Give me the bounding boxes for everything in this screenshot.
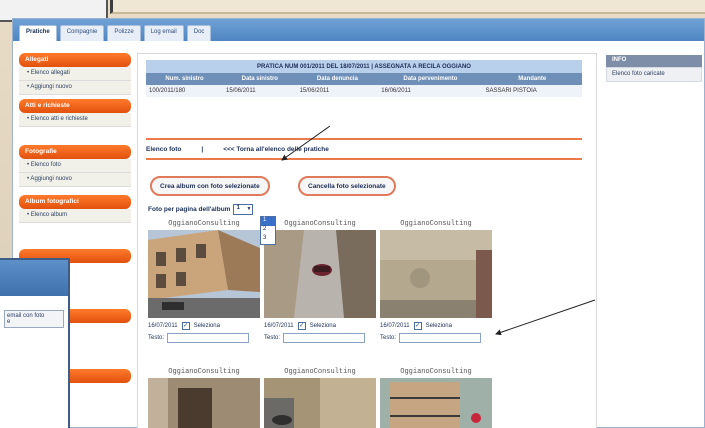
photo-watermark: OggianoConsulting bbox=[284, 368, 356, 376]
text-label: Testo: bbox=[148, 335, 165, 341]
column-header: Data pervenimento bbox=[378, 73, 483, 85]
caption-input[interactable] bbox=[399, 333, 482, 343]
photo-watermark: OggianoConsulting bbox=[400, 220, 472, 228]
info-panel-item[interactable]: Elenco foto caricate bbox=[606, 67, 702, 82]
select-label: Seleziona bbox=[193, 323, 220, 329]
dropdown-option[interactable]: 3 bbox=[261, 235, 275, 244]
delete-photos-button[interactable]: Cancella foto selezionate bbox=[298, 176, 396, 196]
per-page-dropdown[interactable]: 1 2 3 bbox=[260, 216, 276, 245]
nav-separator: | bbox=[201, 146, 204, 153]
sidebar-item-elenco-allegati[interactable]: • Elenco allegati bbox=[19, 67, 131, 81]
photo-thumbnail[interactable] bbox=[264, 378, 376, 428]
select-checkbox[interactable]: ✓ bbox=[297, 322, 306, 330]
divider bbox=[146, 158, 582, 160]
table-cell: SASSARI PISTOIA bbox=[482, 85, 582, 97]
sidebar-item-aggiungi-allegato[interactable]: • Aggiungi nuovo bbox=[19, 81, 131, 95]
pratica-table: PRATICA NUM 001/2011 DEL 18/07/2011 | AS… bbox=[146, 60, 582, 97]
chevron-down-icon: ▼ bbox=[246, 206, 252, 212]
photo-watermark: OggianoConsulting bbox=[168, 220, 240, 228]
wall-photo-image bbox=[380, 230, 492, 318]
column-header: Mandante bbox=[482, 73, 582, 85]
app-window: Pratiche Compagnie Polizze Log email Doc… bbox=[12, 18, 705, 428]
select-checkbox[interactable]: ✓ bbox=[181, 322, 190, 330]
street-photo-image bbox=[264, 230, 376, 318]
section-label: Elenco foto bbox=[146, 146, 182, 153]
window-title-bar bbox=[0, 260, 68, 296]
caption-input[interactable] bbox=[167, 333, 250, 343]
column-header: Data sinistro bbox=[223, 73, 297, 85]
overlapping-window: email con foto e bbox=[0, 258, 70, 428]
photo-watermark: OggianoConsulting bbox=[284, 220, 356, 228]
back-to-pratiche-link[interactable]: <<< Torna all'elenco delle pratiche bbox=[223, 146, 329, 153]
photo-card: OggianoConsulting 16/07/2011 ✓ Seleziona… bbox=[380, 220, 492, 343]
photo-date: 16/07/2011 bbox=[380, 323, 410, 329]
divider bbox=[146, 138, 582, 140]
select-checkbox[interactable]: ✓ bbox=[413, 322, 422, 330]
tab-log-email[interactable]: Log email bbox=[143, 25, 184, 41]
info-panel: INFO Elenco foto caricate bbox=[606, 55, 702, 82]
info-panel-header: INFO bbox=[606, 55, 702, 67]
photo-thumbnail[interactable] bbox=[148, 378, 260, 428]
tab-polizze[interactable]: Polizze bbox=[107, 25, 141, 41]
sidebar-section-atti: Atti e richieste bbox=[19, 99, 131, 113]
sidebar-item-elenco-atti[interactable]: • Elenco atti e richieste bbox=[19, 113, 131, 127]
photo-thumbnail[interactable] bbox=[148, 230, 260, 318]
text-label: Testo: bbox=[380, 335, 397, 341]
photo-card: OggianoConsulting 16/07/2011 ✓ Seleziona… bbox=[148, 220, 260, 343]
photo-card: OggianoConsulting bbox=[380, 368, 492, 428]
photo-thumbnail[interactable] bbox=[264, 230, 376, 318]
email-option-box[interactable]: email con foto e bbox=[4, 310, 64, 328]
photo-thumbnail[interactable] bbox=[380, 378, 492, 428]
main-content: PRATICA NUM 001/2011 DEL 18/07/2011 | AS… bbox=[137, 53, 597, 428]
per-page-select[interactable]: 1 ▼ bbox=[233, 204, 254, 215]
per-page-row: Foto per pagina dell'album 1 ▼ bbox=[148, 204, 254, 215]
scaffold-photo-image bbox=[380, 378, 492, 428]
create-album-button[interactable]: Crea album con foto selezionate bbox=[150, 176, 270, 196]
tab-bar: Pratiche Compagnie Polizze Log email Doc bbox=[13, 19, 704, 41]
select-label: Seleziona bbox=[425, 323, 452, 329]
photo-watermark: OggianoConsulting bbox=[400, 368, 472, 376]
photo-card: OggianoConsulting 16/07/2011 ✓ Seleziona… bbox=[264, 220, 376, 343]
photo-card: OggianoConsulting bbox=[264, 368, 376, 428]
photo-watermark: OggianoConsulting bbox=[168, 368, 240, 376]
tab-compagnie[interactable]: Compagnie bbox=[59, 25, 105, 41]
background-window-top bbox=[110, 0, 705, 14]
dropdown-option[interactable]: 1 bbox=[261, 217, 275, 226]
tab-doc[interactable]: Doc bbox=[186, 25, 212, 41]
column-header: Num. sinistro bbox=[146, 73, 224, 85]
photo-date: 16/07/2011 bbox=[148, 323, 178, 329]
column-header: Data denuncia bbox=[296, 73, 379, 85]
text-label: Testo: bbox=[264, 335, 281, 341]
sidebar-section-album: Album fotografici bbox=[19, 195, 131, 209]
alley-photo-image bbox=[264, 378, 376, 428]
select-label: Seleziona bbox=[309, 323, 336, 329]
sidebar-item-aggiungi-foto[interactable]: • Aggiungi nuovo bbox=[19, 173, 131, 187]
sidebar-item-elenco-album[interactable]: • Elenco album bbox=[19, 209, 131, 223]
pratica-title: PRATICA NUM 001/2011 DEL 18/07/2011 | AS… bbox=[146, 60, 582, 73]
sidebar-item-elenco-foto[interactable]: • Elenco foto bbox=[19, 159, 131, 173]
table-cell: 15/06/2011 bbox=[223, 85, 297, 97]
nav-row: Elenco foto | <<< Torna all'elenco delle… bbox=[146, 146, 329, 153]
per-page-label: Foto per pagina dell'album bbox=[148, 206, 231, 213]
caption-input[interactable] bbox=[283, 333, 366, 343]
photo-card: OggianoConsulting bbox=[148, 368, 260, 428]
table-cell: 100/2011/180 bbox=[146, 85, 224, 97]
photo-thumbnail[interactable] bbox=[380, 230, 492, 318]
dropdown-option[interactable]: 2 bbox=[261, 226, 275, 235]
doorway-photo-image bbox=[148, 378, 260, 428]
sidebar-section-allegati: Allegati bbox=[19, 53, 131, 67]
table-cell: 16/06/2011 bbox=[378, 85, 483, 97]
tab-pratiche[interactable]: Pratiche bbox=[19, 25, 57, 41]
email-option-text-2: e bbox=[7, 319, 11, 325]
sidebar-section-fotografie: Fotografie bbox=[19, 145, 131, 159]
photo-date: 16/07/2011 bbox=[264, 323, 294, 329]
building-photo-image bbox=[148, 230, 260, 318]
table-cell: 15/06/2011 bbox=[296, 85, 379, 97]
